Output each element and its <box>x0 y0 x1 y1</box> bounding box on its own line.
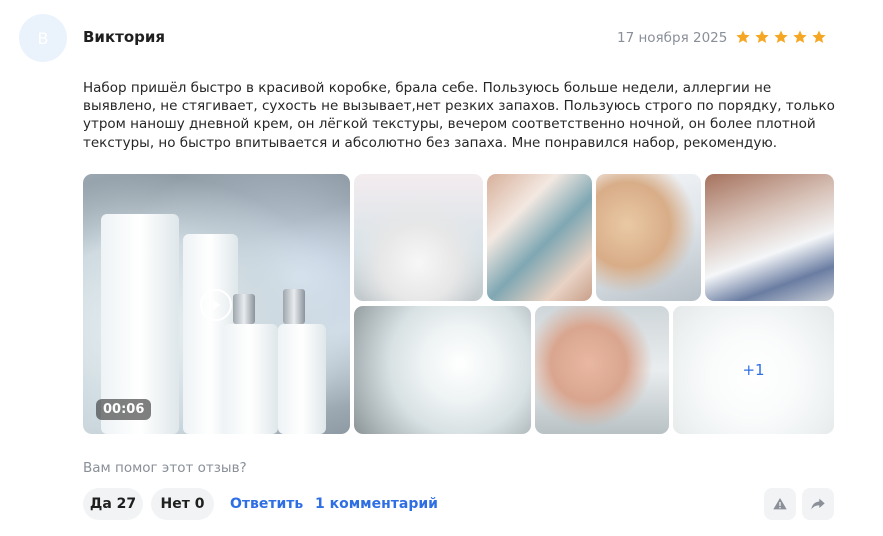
comments-link[interactable]: 1 комментарий <box>315 496 438 512</box>
dropper-cap-image <box>233 294 255 324</box>
helpful-question: Вам помог этот отзыв? <box>83 460 247 476</box>
photo-thumbnail[interactable] <box>487 174 592 301</box>
share-icon <box>811 498 825 510</box>
play-icon[interactable] <box>200 289 232 321</box>
avatar[interactable]: В <box>19 14 67 62</box>
report-button[interactable] <box>764 488 796 520</box>
star-icon <box>812 30 826 43</box>
helpful-yes-button[interactable]: Да 27 <box>83 488 143 520</box>
photo-thumbnail[interactable] <box>705 174 834 301</box>
video-duration: 00:06 <box>96 399 152 420</box>
review-date: 17 ноября 2025 <box>617 30 728 46</box>
star-icon <box>755 30 769 43</box>
photo-thumbnail[interactable] <box>354 306 531 434</box>
photo-thumbnail[interactable] <box>354 174 483 301</box>
review-text: Набор пришёл быстро в красивой коробке, … <box>83 80 835 151</box>
share-button[interactable] <box>802 488 834 520</box>
photo-thumbnail[interactable] <box>535 306 669 434</box>
photo-thumbnail[interactable] <box>596 174 701 301</box>
bottle-image <box>223 324 278 434</box>
warning-icon <box>773 498 787 510</box>
dropper-cap-image <box>283 289 305 324</box>
author-name[interactable]: Виктория <box>83 28 165 46</box>
play-triangle-icon <box>213 300 221 310</box>
reply-link[interactable]: Ответить <box>230 496 303 512</box>
star-icon <box>793 30 807 43</box>
more-photos-count[interactable]: +1 <box>673 306 834 434</box>
helpful-no-button[interactable]: Нет 0 <box>151 488 214 520</box>
photo-thumbnail-more[interactable]: +1 <box>673 306 834 434</box>
star-icon <box>774 30 788 43</box>
star-icon <box>736 30 750 43</box>
bottle-image <box>278 324 326 434</box>
video-thumbnail[interactable]: 00:06 <box>83 174 350 434</box>
rating-stars <box>735 29 827 45</box>
